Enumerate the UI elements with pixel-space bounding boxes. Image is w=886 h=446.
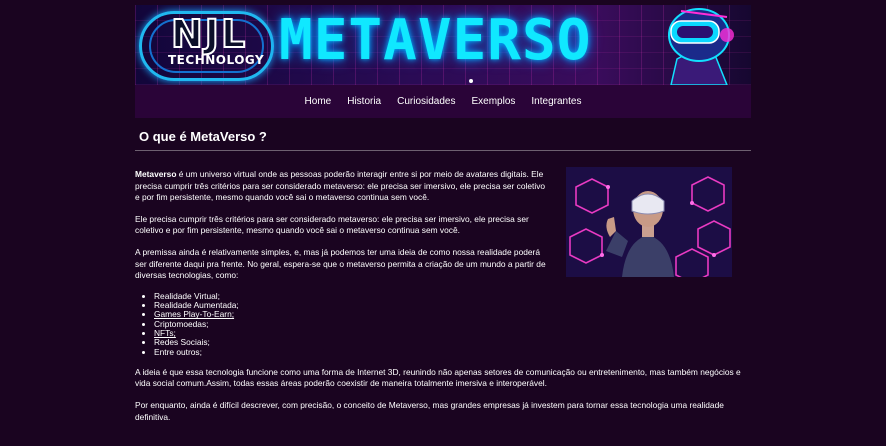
list-item: Criptomoedas; [154, 319, 751, 329]
paragraph-intro-text: é um universo virtual onde as pessoas po… [135, 169, 546, 203]
banner-dot [469, 79, 473, 83]
list-item-text: Entre outros; [154, 346, 202, 357]
nav-link-exemplos[interactable]: Exemplos [464, 96, 524, 107]
nav-link-historia[interactable]: Historia [339, 96, 389, 107]
banner-title: METAVERSO [279, 8, 592, 73]
logo-technology-text: TECHNOLOGY [168, 53, 265, 67]
section-header: O que é MetaVerso ? [135, 118, 751, 151]
list-item: Games Play-To-Earn; [154, 310, 751, 319]
list-item: Realidade Aumentada; [154, 300, 751, 310]
vr-person-image [566, 167, 732, 277]
paragraph-conclusion: Por enquanto, ainda é difícil descrever,… [135, 400, 724, 422]
nav-link-home[interactable]: Home [297, 96, 340, 107]
page-container: NJL TECHNOLOGY METAVERSO Home Historia C… [135, 5, 751, 433]
paragraph-internet-3d: A ideia é que essa tecnologia funcione c… [135, 366, 741, 389]
paragraph-intro: Metaverso é um universo virtual onde as … [135, 169, 547, 204]
header-banner: NJL TECHNOLOGY METAVERSO [135, 5, 751, 85]
article-content: Metaverso é um universo virtual onde as … [135, 151, 751, 423]
list-item: Entre outros; [154, 346, 751, 357]
main-navbar: Home Historia Curiosidades Exemplos Inte… [135, 85, 751, 118]
nav-link-integrantes[interactable]: Integrantes [523, 96, 589, 107]
paragraph-premise: A premissa ainda é relativamente simples… [135, 246, 546, 281]
logo-njl-text: NJL [170, 12, 248, 56]
paragraph-criteria: Ele precisa cumprir três critérios para … [135, 213, 529, 236]
list-item: NFTs; [154, 328, 751, 338]
keyword-metaverso: Metaverso [135, 169, 177, 179]
technology-list: Realidade Virtual; Realidade Aumentada; … [154, 291, 751, 357]
vr-robot-icon [668, 8, 734, 85]
list-item: Redes Sociais; [154, 338, 751, 347]
page-title: O que é MetaVerso ? [139, 129, 267, 144]
list-item: Realidade Virtual; [154, 291, 751, 301]
nav-link-curiosidades[interactable]: Curiosidades [389, 96, 463, 107]
